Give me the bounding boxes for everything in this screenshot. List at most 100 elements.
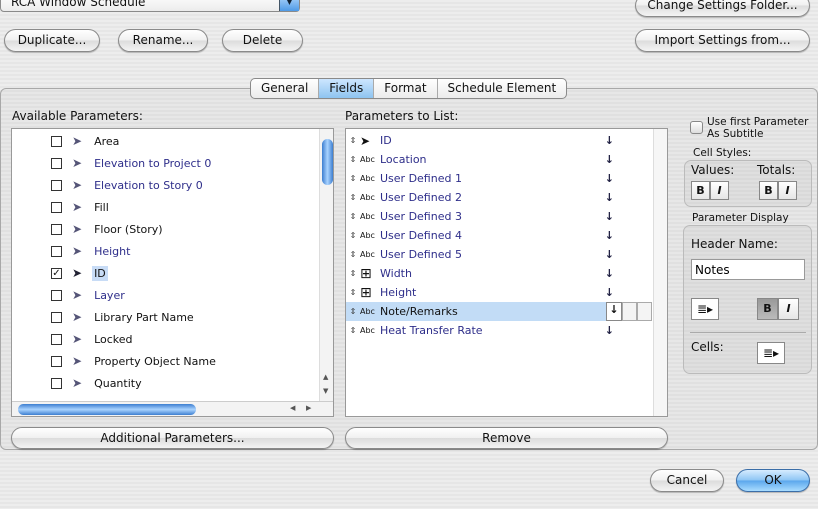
sort-arrow-icon[interactable]: ↓ xyxy=(605,324,614,337)
sort-controls[interactable]: ↓ xyxy=(606,302,652,321)
list-item[interactable]: ➤ Property Object Name xyxy=(12,351,333,371)
sort-arrow-icon[interactable]: ↓ xyxy=(605,267,614,280)
import-settings-button[interactable]: Import Settings from... xyxy=(635,29,810,52)
tab-format[interactable]: Format xyxy=(374,79,438,98)
cursor-icon: ➤ xyxy=(72,332,83,346)
ok-button[interactable]: OK xyxy=(736,469,810,492)
sort-arrow-icon[interactable]: ↓ xyxy=(605,286,614,299)
drag-handle-icon[interactable]: ⇕ xyxy=(346,288,360,297)
vertical-scrollbar[interactable] xyxy=(653,129,667,416)
list-item[interactable]: ➤ Elevation to Story 0 xyxy=(12,175,333,195)
header-name-input[interactable] xyxy=(691,259,805,280)
checkbox[interactable] xyxy=(51,333,62,345)
list-item[interactable]: ➤ Area xyxy=(12,131,333,151)
list-item[interactable]: ⇕ ➤ ID ↓ xyxy=(346,131,652,150)
checkbox[interactable] xyxy=(51,135,62,147)
drag-handle-icon[interactable]: ⇕ xyxy=(346,269,360,278)
list-item[interactable]: ➤ Fill xyxy=(12,197,333,217)
header-italic-button[interactable]: I xyxy=(778,298,799,320)
item-label: Height xyxy=(94,244,131,258)
schedule-select[interactable]: RCA Window Schedule ▼ xyxy=(0,0,300,12)
drag-handle-icon[interactable]: ⇕ xyxy=(346,250,360,259)
cell-styles-group: Values: Totals: B I B I xyxy=(684,160,812,207)
list-item[interactable]: ⇕ Abc Note/Remarks ↓ xyxy=(346,302,652,321)
list-item[interactable]: ⇕ Abc User Defined 4 ↓ xyxy=(346,226,652,245)
list-item[interactable]: ⇕ ⊞ Width ↓ xyxy=(346,264,652,283)
list-item[interactable]: ⇕ Abc User Defined 1 ↓ xyxy=(346,169,652,188)
drag-handle-icon[interactable]: ⇕ xyxy=(346,231,360,240)
header-bold-button[interactable]: B xyxy=(757,298,778,320)
sort-arrow-icon[interactable]: ↓ xyxy=(606,302,622,321)
scroll-right-icon[interactable]: ▶ xyxy=(306,404,311,412)
tab-schedule-element[interactable]: Schedule Element xyxy=(438,79,567,98)
delete-button[interactable]: Delete xyxy=(222,29,303,52)
sort-arrow-icon[interactable]: ↓ xyxy=(605,210,614,223)
drag-handle-icon[interactable]: ⇕ xyxy=(346,307,360,316)
checkbox[interactable] xyxy=(51,311,62,323)
drag-handle-icon[interactable]: ⇕ xyxy=(346,155,360,164)
list-item[interactable]: ⇕ Abc Location ↓ xyxy=(346,150,652,169)
cancel-button[interactable]: Cancel xyxy=(650,469,724,492)
checkbox[interactable] xyxy=(51,289,62,301)
cell-styles-label: Cell Styles: xyxy=(693,147,752,159)
drag-handle-icon[interactable]: ⇕ xyxy=(346,136,360,145)
list-item[interactable]: ⇕ Abc Heat Transfer Rate ↓ xyxy=(346,321,652,340)
checkbox[interactable]: ✓ xyxy=(51,267,62,279)
checkbox[interactable] xyxy=(51,179,62,191)
checkbox[interactable] xyxy=(51,157,62,169)
totals-bold-button[interactable]: B xyxy=(759,181,778,200)
list-item[interactable]: ➤ Library Part Name xyxy=(12,307,333,327)
list-item[interactable]: ⇕ Abc User Defined 3 ↓ xyxy=(346,207,652,226)
list-item[interactable]: ➤ Locked xyxy=(12,329,333,349)
available-parameters-list[interactable]: ▲ ▼ ◀ ▶ ➤ Area ➤ Elevation to Project 0 ➤ Ele… xyxy=(11,128,334,417)
sort-arrow-icon[interactable]: ↓ xyxy=(605,229,614,242)
rename-button[interactable]: Rename... xyxy=(118,29,208,52)
horizontal-scrollbar[interactable]: ◀ ▶ xyxy=(12,401,333,416)
sort-option[interactable] xyxy=(637,302,652,321)
parameters-to-list[interactable]: ⇕ ➤ ID ↓ ⇕ Abc Location ↓ ⇕ Abc User Defined 1 ↓ ⇕ Ab… xyxy=(345,128,668,417)
sort-arrow-icon[interactable]: ↓ xyxy=(605,191,614,204)
item-label: User Defined 5 xyxy=(380,248,462,261)
sort-arrow-icon[interactable]: ↓ xyxy=(605,248,614,261)
values-italic-button[interactable]: I xyxy=(710,181,729,200)
duplicate-button[interactable]: Duplicate... xyxy=(4,29,100,52)
sort-arrow-icon[interactable]: ↓ xyxy=(605,134,614,147)
drag-handle-icon[interactable]: ⇕ xyxy=(346,212,360,221)
item-label: User Defined 1 xyxy=(380,172,462,185)
checkbox[interactable] xyxy=(51,223,62,235)
list-item[interactable]: ✓ ➤ ID xyxy=(12,263,333,283)
remove-button[interactable]: Remove xyxy=(345,427,668,449)
list-item[interactable]: ➤ Quantity xyxy=(12,373,333,393)
cells-align-dropdown[interactable]: ≣▸ xyxy=(757,342,785,364)
tab-fields[interactable]: Fields xyxy=(319,79,375,98)
sort-arrow-icon[interactable]: ↓ xyxy=(605,153,614,166)
list-item[interactable]: ⇕ ⊞ Height ↓ xyxy=(346,283,652,302)
use-first-parameter-checkbox[interactable] xyxy=(690,121,703,134)
header-align-dropdown[interactable]: ≣▸ xyxy=(691,298,719,320)
list-item[interactable]: ⇕ Abc User Defined 5 ↓ xyxy=(346,245,652,264)
checkbox[interactable] xyxy=(51,355,62,367)
drag-handle-icon[interactable]: ⇕ xyxy=(346,326,360,335)
list-item[interactable]: ➤ Floor (Story) xyxy=(12,219,333,239)
item-label: Property Object Name xyxy=(94,354,216,368)
scroll-left-icon[interactable]: ◀ xyxy=(290,404,295,412)
sort-arrow-icon[interactable]: ↓ xyxy=(605,172,614,185)
change-settings-folder-button[interactable]: Change Settings Folder... xyxy=(635,0,810,17)
additional-parameters-button[interactable]: Additional Parameters... xyxy=(11,427,334,449)
list-item[interactable]: ➤ Height xyxy=(12,241,333,261)
values-bold-button[interactable]: B xyxy=(691,181,710,200)
list-item[interactable]: ➤ Layer xyxy=(12,285,333,305)
available-parameters-label: Available Parameters: xyxy=(12,109,143,123)
hscroll-thumb[interactable] xyxy=(18,404,196,415)
drag-handle-icon[interactable]: ⇕ xyxy=(346,193,360,202)
tab-general[interactable]: General xyxy=(251,79,320,98)
drag-handle-icon[interactable]: ⇕ xyxy=(346,174,360,183)
cursor-icon: ➤ xyxy=(72,354,83,368)
list-item[interactable]: ➤ Elevation to Project 0 xyxy=(12,153,333,173)
list-item[interactable]: ⇕ Abc User Defined 2 ↓ xyxy=(346,188,652,207)
checkbox[interactable] xyxy=(51,377,62,389)
totals-italic-button[interactable]: I xyxy=(778,181,797,200)
checkbox[interactable] xyxy=(51,245,62,257)
checkbox[interactable] xyxy=(51,201,62,213)
sort-option[interactable] xyxy=(622,302,637,321)
